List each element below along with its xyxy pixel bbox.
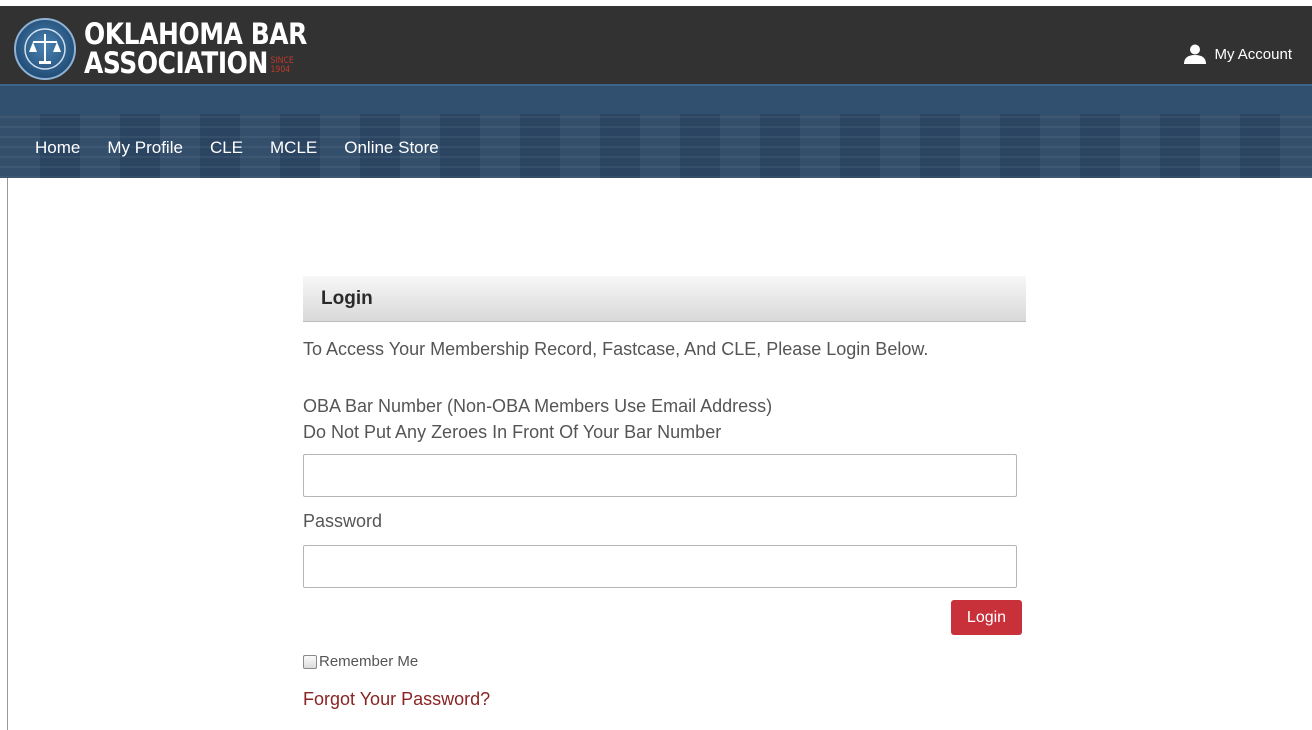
nav-item-my-profile[interactable]: My Profile bbox=[107, 138, 183, 158]
my-account-link[interactable]: My Account bbox=[1184, 44, 1292, 64]
forgot-password-link[interactable]: Forgot Your Password? bbox=[303, 689, 490, 710]
bar-number-input[interactable] bbox=[303, 454, 1017, 497]
user-icon bbox=[1184, 44, 1207, 64]
since-badge: SINCE 1904 bbox=[270, 57, 293, 75]
oba-seal-icon bbox=[14, 18, 76, 80]
login-title: Login bbox=[321, 287, 373, 309]
site-header: OKLAHOMA BAR ASSOCIATION SINCE 1904 My A… bbox=[0, 6, 1312, 84]
nav-item-cle[interactable]: CLE bbox=[210, 138, 243, 158]
remember-me: Remember Me bbox=[303, 653, 418, 670]
login-intro-text: To Access Your Membership Record, Fastca… bbox=[303, 339, 929, 359]
my-account-label: My Account bbox=[1214, 45, 1292, 63]
password-input[interactable] bbox=[303, 545, 1017, 588]
username-label: OBA Bar Number (Non-OBA Members Use Emai… bbox=[303, 393, 772, 445]
remember-me-checkbox[interactable] bbox=[303, 654, 317, 669]
login-panel-header: Login bbox=[303, 276, 1026, 322]
logo-title-line2: ASSOCIATION bbox=[84, 46, 268, 80]
page-left-border bbox=[7, 178, 8, 730]
nav-item-home[interactable]: Home bbox=[35, 138, 80, 158]
site-logo[interactable]: OKLAHOMA BAR ASSOCIATION SINCE 1904 bbox=[14, 18, 343, 80]
login-button[interactable]: Login bbox=[951, 600, 1022, 635]
main-nav: Home My Profile CLE MCLE Online Store bbox=[0, 114, 1312, 178]
logo-title-line1: OKLAHOMA BAR bbox=[84, 17, 307, 51]
username-label-line2: Do Not Put Any Zeroes In Front Of Your B… bbox=[303, 422, 722, 442]
nav-item-mcle[interactable]: MCLE bbox=[270, 138, 317, 158]
header-strip bbox=[0, 84, 1312, 114]
remember-me-label: Remember Me bbox=[319, 653, 419, 670]
nav-item-online-store[interactable]: Online Store bbox=[344, 138, 439, 158]
login-panel: Login To Access Your Membership Record, … bbox=[303, 276, 1026, 709]
password-label: Password bbox=[303, 511, 383, 531]
username-label-line1: OBA Bar Number (Non-OBA Members Use Emai… bbox=[303, 396, 773, 416]
since-year: 1904 bbox=[270, 65, 291, 75]
